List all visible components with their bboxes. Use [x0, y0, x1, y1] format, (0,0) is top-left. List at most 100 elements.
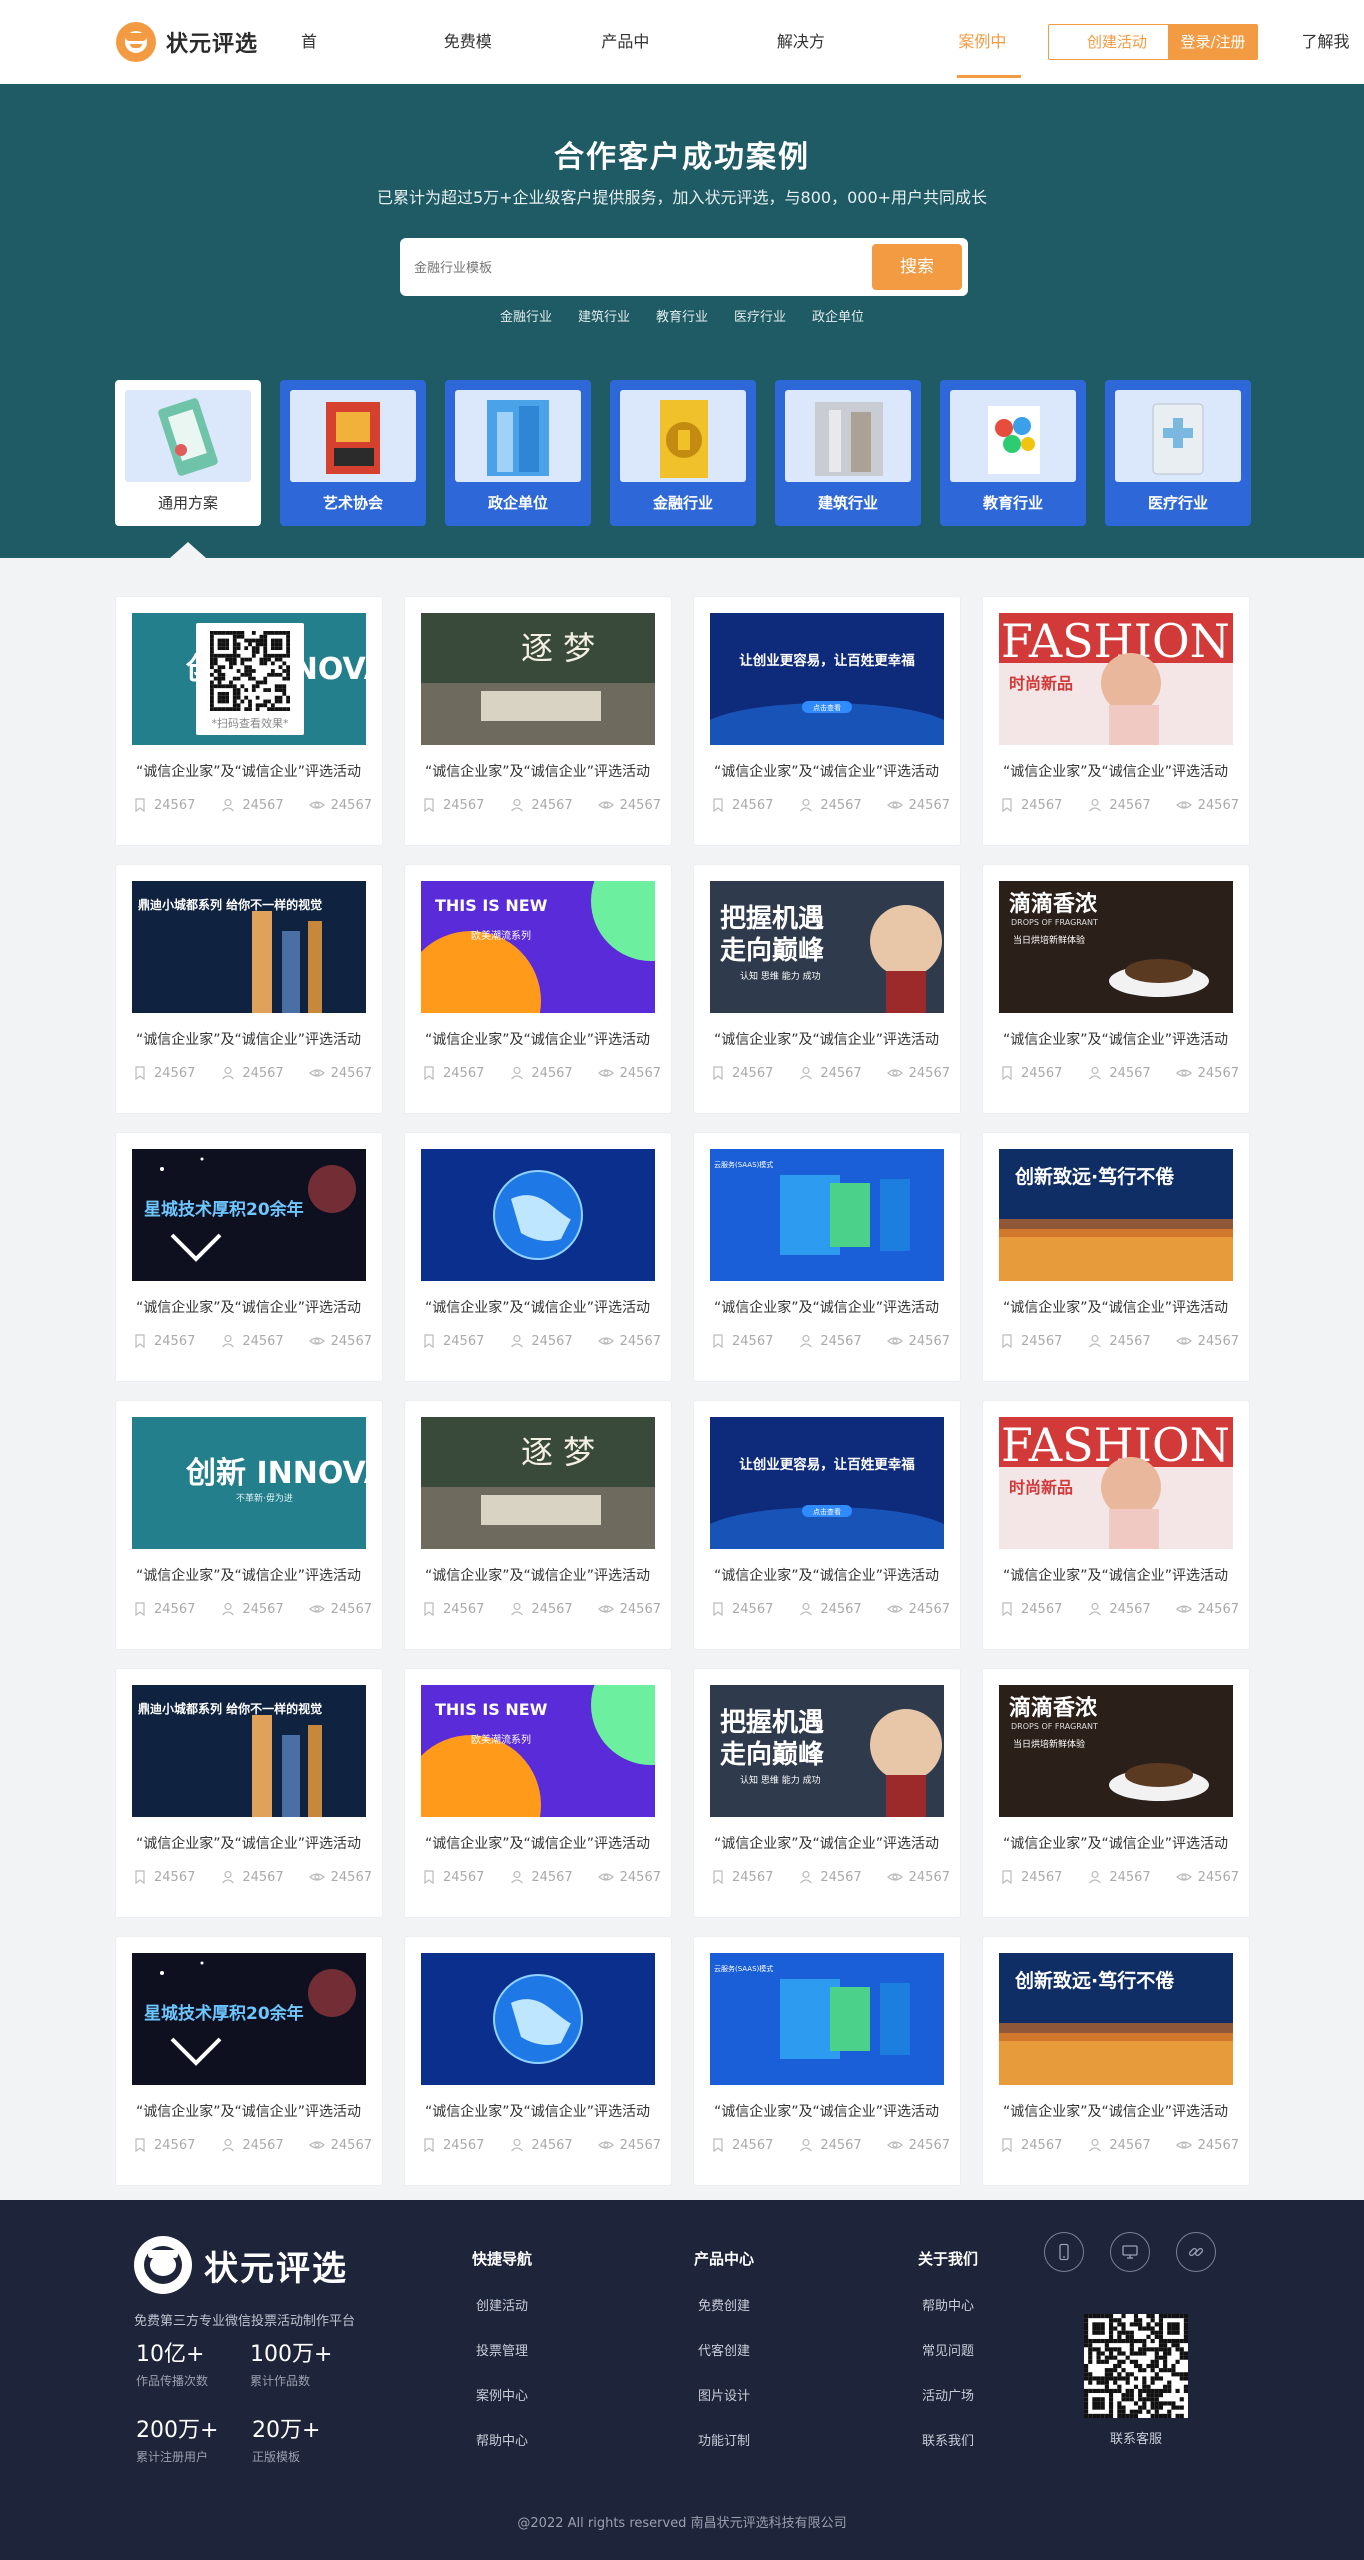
- case-card[interactable]: 创新致远·笃行不倦 “诚信企业家”及“诚信企业”评选活动 24567 24567 245…: [982, 1936, 1250, 2186]
- category-tab[interactable]: 通用方案: [115, 380, 261, 526]
- hot-tag[interactable]: 政企单位: [812, 306, 864, 325]
- category-tab[interactable]: 金融行业: [610, 380, 756, 526]
- case-thumbnail[interactable]: 把握机遇 走向巅峰 认知 思维 能力 成功: [710, 881, 944, 1013]
- footer-link[interactable]: 活动广场: [922, 2385, 978, 2404]
- case-card[interactable]: 让创业更容易，让百姓更幸福 点击查看 “诚信企业家”及“诚信企业”评选活动 24567…: [693, 596, 961, 846]
- case-thumbnail[interactable]: THIS IS NEW 欧美潮流系列: [421, 1685, 655, 1817]
- case-card[interactable]: 创新 INNOVATION不革新·毋为进*扫码查看效果* “诚信企业家”及“诚信企…: [115, 596, 383, 846]
- footer-link[interactable]: 帮助中心: [476, 2430, 532, 2449]
- case-thumbnail[interactable]: 创新致远·笃行不倦: [999, 1149, 1233, 1281]
- case-card[interactable]: “诚信企业家”及“诚信企业”评选活动 24567 24567 24567: [404, 1936, 672, 2186]
- case-title[interactable]: “诚信企业家”及“诚信企业”评选活动: [136, 1029, 361, 1049]
- footer-link[interactable]: 免费创建: [698, 2295, 754, 2314]
- hot-tag[interactable]: 建筑行业: [578, 306, 630, 325]
- case-thumbnail[interactable]: 鼎迪小城都系列 给你不一样的视觉: [132, 1685, 366, 1817]
- create-activity-button[interactable]: 创建活动: [1048, 24, 1186, 60]
- case-thumbnail[interactable]: 逐 梦: [421, 1417, 655, 1549]
- case-thumbnail[interactable]: 鼎迪小城都系列 给你不一样的视觉: [132, 881, 366, 1013]
- case-card[interactable]: 星城技术厚积20余年 “诚信企业家”及“诚信企业”评选活动 24567 24567 24…: [115, 1132, 383, 1382]
- case-title[interactable]: “诚信企业家”及“诚信企业”评选活动: [714, 1833, 939, 1853]
- case-thumbnail[interactable]: [421, 1149, 655, 1281]
- brand-logo[interactable]: 状元评选: [116, 22, 258, 62]
- category-tab[interactable]: 艺术协会: [280, 380, 426, 526]
- monitor-icon[interactable]: [1110, 2232, 1150, 2272]
- category-tab[interactable]: 医疗行业: [1105, 380, 1251, 526]
- case-title[interactable]: “诚信企业家”及“诚信企业”评选活动: [1003, 1565, 1228, 1585]
- login-register-button[interactable]: 登录/注册: [1168, 24, 1258, 60]
- case-title[interactable]: “诚信企业家”及“诚信企业”评选活动: [1003, 1029, 1228, 1049]
- case-thumbnail[interactable]: FASHION 时尚新品: [999, 613, 1233, 745]
- case-thumbnail[interactable]: 让创业更容易，让百姓更幸福 点击查看: [710, 1417, 944, 1549]
- case-thumbnail[interactable]: 让创业更容易，让百姓更幸福 点击查看: [710, 613, 944, 745]
- case-title[interactable]: “诚信企业家”及“诚信企业”评选活动: [714, 2101, 939, 2121]
- footer-link[interactable]: 联系我们: [922, 2430, 978, 2449]
- case-title[interactable]: “诚信企业家”及“诚信企业”评选活动: [136, 1565, 361, 1585]
- footer-link[interactable]: 常见问题: [922, 2340, 978, 2359]
- nav-item[interactable]: 首页: [300, 0, 333, 135]
- footer-link[interactable]: 功能订制: [698, 2430, 754, 2449]
- case-card[interactable]: 云服务(SAAS)模式 “诚信企业家”及“诚信企业”评选活动 24567 24567 2…: [693, 1936, 961, 2186]
- case-card[interactable]: FASHION 时尚新品 “诚信企业家”及“诚信企业”评选活动 24567 24567 2…: [982, 1400, 1250, 1650]
- footer-link[interactable]: 帮助中心: [922, 2295, 978, 2314]
- hot-tag[interactable]: 金融行业: [500, 306, 552, 325]
- case-thumbnail[interactable]: 逐 梦: [421, 613, 655, 745]
- case-thumbnail[interactable]: 创新 INNOVATION不革新·毋为进*扫码查看效果*: [132, 613, 366, 745]
- search-input[interactable]: [414, 252, 834, 282]
- case-title[interactable]: “诚信企业家”及“诚信企业”评选活动: [136, 1297, 361, 1317]
- case-thumbnail[interactable]: 创新致远·笃行不倦: [999, 1953, 1233, 2085]
- case-card[interactable]: 鼎迪小城都系列 给你不一样的视觉 “诚信企业家”及“诚信企业”评选活动 24567 2…: [115, 864, 383, 1114]
- link-icon[interactable]: [1176, 2232, 1216, 2272]
- case-title[interactable]: “诚信企业家”及“诚信企业”评选活动: [1003, 2101, 1228, 2121]
- case-card[interactable]: 创新 INNOVATION不革新·毋为进 “诚信企业家”及“诚信企业”评选活动 24…: [115, 1400, 383, 1650]
- case-card[interactable]: 逐 梦 “诚信企业家”及“诚信企业”评选活动 24567 24567 24567: [404, 596, 672, 846]
- footer-link[interactable]: 创建活动: [476, 2295, 532, 2314]
- case-thumbnail[interactable]: 滴滴香浓 DROPS OF FRAGRANT 当日烘培新鲜体验: [999, 1685, 1233, 1817]
- case-title[interactable]: “诚信企业家”及“诚信企业”评选活动: [136, 2101, 361, 2121]
- case-title[interactable]: “诚信企业家”及“诚信企业”评选活动: [425, 761, 650, 781]
- footer-link[interactable]: 代客创建: [698, 2340, 754, 2359]
- case-title[interactable]: “诚信企业家”及“诚信企业”评选活动: [714, 761, 939, 781]
- case-card[interactable]: 云服务(SAAS)模式 “诚信企业家”及“诚信企业”评选活动 24567 24567 2…: [693, 1132, 961, 1382]
- case-thumbnail[interactable]: 创新 INNOVATION不革新·毋为进: [132, 1417, 366, 1549]
- case-thumbnail[interactable]: 滴滴香浓 DROPS OF FRAGRANT 当日烘培新鲜体验: [999, 881, 1233, 1013]
- case-title[interactable]: “诚信企业家”及“诚信企业”评选活动: [1003, 761, 1228, 781]
- footer-link[interactable]: 图片设计: [698, 2385, 754, 2404]
- case-title[interactable]: “诚信企业家”及“诚信企业”评选活动: [1003, 1833, 1228, 1853]
- case-card[interactable]: THIS IS NEW 欧美潮流系列 “诚信企业家”及“诚信企业”评选活动 24567…: [404, 1668, 672, 1918]
- nav-item[interactable]: 了解我们: [1300, 0, 1364, 135]
- case-card[interactable]: 星城技术厚积20余年 “诚信企业家”及“诚信企业”评选活动 24567 24567 24…: [115, 1936, 383, 2186]
- case-card[interactable]: 创新致远·笃行不倦 “诚信企业家”及“诚信企业”评选活动 24567 24567 245…: [982, 1132, 1250, 1382]
- case-title[interactable]: “诚信企业家”及“诚信企业”评选活动: [714, 1565, 939, 1585]
- nav-item[interactable]: 解决方案: [776, 0, 840, 135]
- case-title[interactable]: “诚信企业家”及“诚信企业”评选活动: [714, 1297, 939, 1317]
- case-title[interactable]: “诚信企业家”及“诚信企业”评选活动: [425, 1565, 650, 1585]
- case-title[interactable]: “诚信企业家”及“诚信企业”评选活动: [425, 1297, 650, 1317]
- case-title[interactable]: “诚信企业家”及“诚信企业”评选活动: [1003, 1297, 1228, 1317]
- case-card[interactable]: “诚信企业家”及“诚信企业”评选活动 24567 24567 24567: [404, 1132, 672, 1382]
- case-card[interactable]: FASHION 时尚新品 “诚信企业家”及“诚信企业”评选活动 24567 24567 2…: [982, 596, 1250, 846]
- footer-link[interactable]: 投票管理: [476, 2340, 532, 2359]
- case-thumbnail[interactable]: 星城技术厚积20余年: [132, 1149, 366, 1281]
- case-card[interactable]: 鼎迪小城都系列 给你不一样的视觉 “诚信企业家”及“诚信企业”评选活动 24567 2…: [115, 1668, 383, 1918]
- case-thumbnail[interactable]: [421, 1953, 655, 2085]
- case-card[interactable]: 滴滴香浓 DROPS OF FRAGRANT 当日烘培新鲜体验 “诚信企业家”及“诚信…: [982, 864, 1250, 1114]
- case-card[interactable]: 把握机遇 走向巅峰 认知 思维 能力 成功 “诚信企业家”及“诚信企业”评选活动 245…: [693, 1668, 961, 1918]
- nav-item[interactable]: 案例中心: [957, 0, 1021, 135]
- case-thumbnail[interactable]: 云服务(SAAS)模式: [710, 1149, 944, 1281]
- case-thumbnail[interactable]: 把握机遇 走向巅峰 认知 思维 能力 成功: [710, 1685, 944, 1817]
- case-thumbnail[interactable]: THIS IS NEW 欧美潮流系列: [421, 881, 655, 1013]
- case-thumbnail[interactable]: FASHION 时尚新品: [999, 1417, 1233, 1549]
- case-card[interactable]: 让创业更容易，让百姓更幸福 点击查看 “诚信企业家”及“诚信企业”评选活动 24567…: [693, 1400, 961, 1650]
- category-tab[interactable]: 建筑行业: [775, 380, 921, 526]
- nav-item[interactable]: 免费模板: [443, 0, 507, 135]
- nav-item[interactable]: 产品中心: [600, 0, 664, 135]
- case-title[interactable]: “诚信企业家”及“诚信企业”评选活动: [136, 1833, 361, 1853]
- case-title[interactable]: “诚信企业家”及“诚信企业”评选活动: [425, 2101, 650, 2121]
- case-title[interactable]: “诚信企业家”及“诚信企业”评选活动: [425, 1029, 650, 1049]
- case-thumbnail[interactable]: 云服务(SAAS)模式: [710, 1953, 944, 2085]
- footer-link[interactable]: 案例中心: [476, 2385, 532, 2404]
- case-card[interactable]: 滴滴香浓 DROPS OF FRAGRANT 当日烘培新鲜体验 “诚信企业家”及“诚信…: [982, 1668, 1250, 1918]
- case-thumbnail[interactable]: 星城技术厚积20余年: [132, 1953, 366, 2085]
- case-title[interactable]: “诚信企业家”及“诚信企业”评选活动: [136, 761, 361, 781]
- search-button[interactable]: 搜索: [872, 244, 962, 290]
